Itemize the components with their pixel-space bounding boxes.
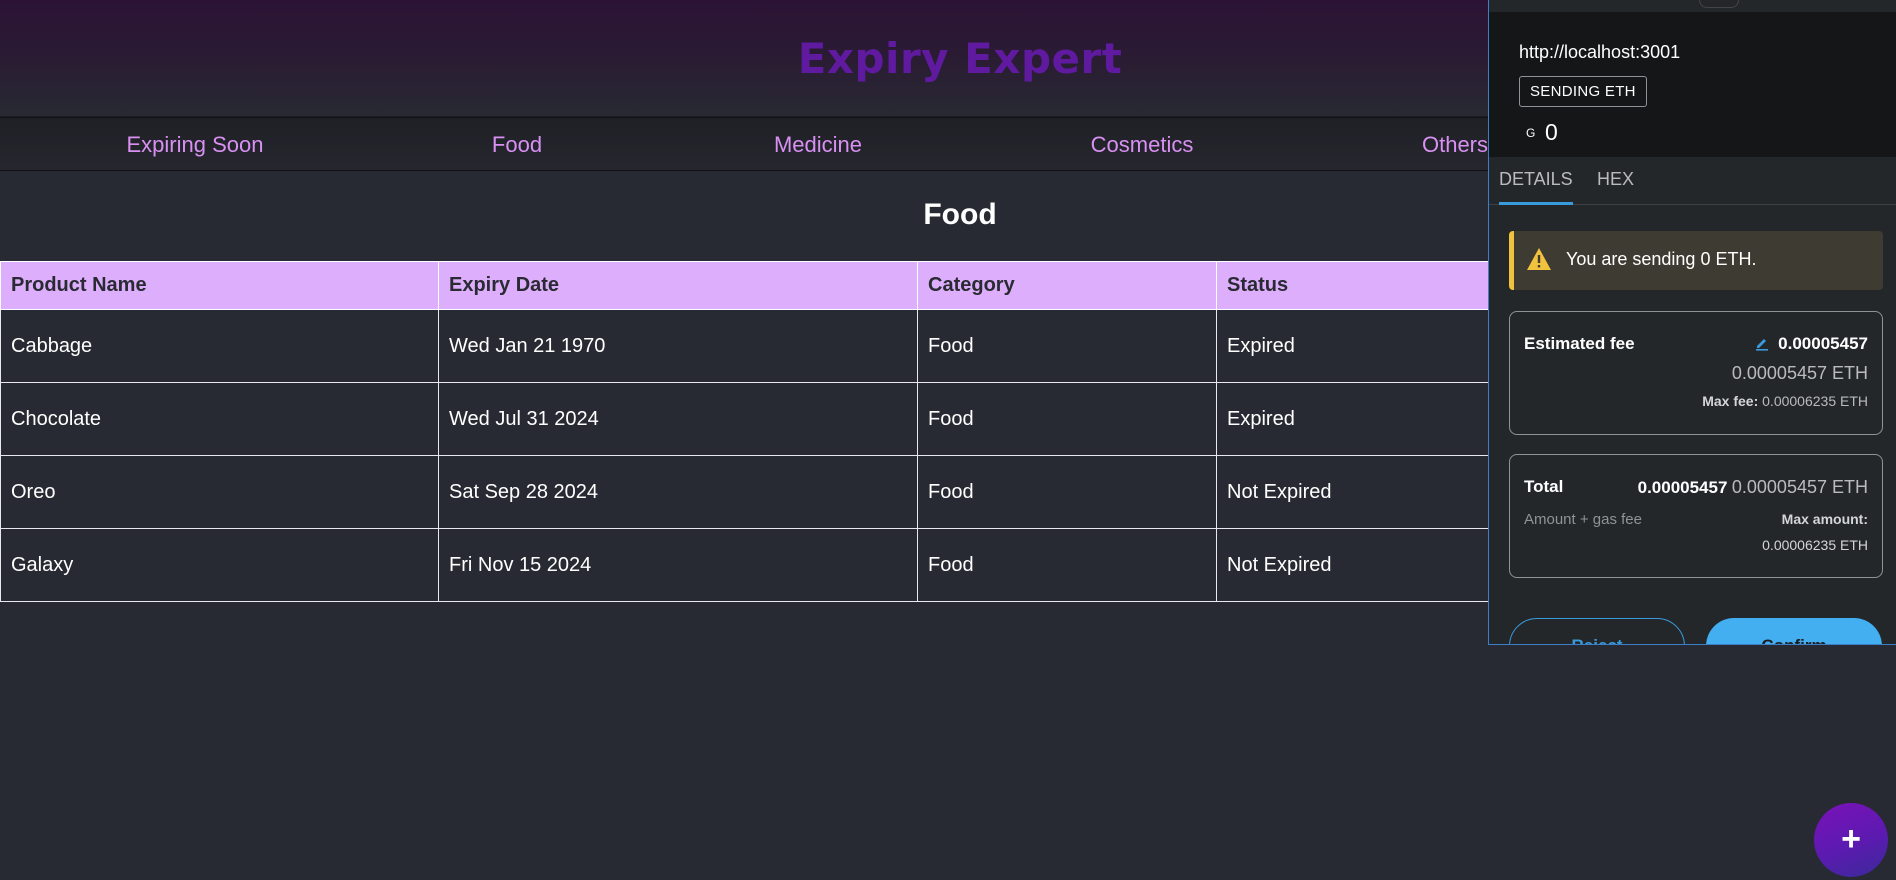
warning-text: You are sending 0 ETH. (1566, 249, 1757, 269)
send-warning-banner: You are sending 0 ETH. (1509, 231, 1883, 290)
estimated-fee-label: Estimated fee (1524, 334, 1635, 353)
confirm-button[interactable]: Confirm (1706, 618, 1882, 644)
column-header-status: Status (1216, 261, 1501, 310)
total-value: 0.00005457 (1637, 478, 1728, 497)
account-avatar-edge (1699, 0, 1739, 8)
tab-details[interactable]: DETAILS (1499, 157, 1573, 205)
total-label: Total (1524, 477, 1564, 496)
expiry-date-cell: Wed Jul 31 2024 (438, 382, 918, 456)
nav-item-food[interactable]: Food (492, 118, 542, 172)
wallet-confirmation-popup: http://localhost:3001 SENDING ETH G 0 DE… (1488, 0, 1896, 645)
max-fee-value: 0.00006235 ETH (1762, 393, 1868, 409)
table-row: Galaxy Fri Nov 15 2024 Food Not Expired (0, 528, 1501, 602)
nav-item-expiring-soon[interactable]: Expiring Soon (127, 118, 264, 172)
table-row: Oreo Sat Sep 28 2024 Food Not Expired (0, 455, 1501, 529)
estimated-fee-value: 0.00005457 (1778, 334, 1868, 353)
expiry-date-cell: Wed Jan 21 1970 (438, 309, 918, 383)
estimated-fee-row: 0.00005457 (1754, 334, 1868, 356)
expiry-date-cell: Fri Nov 15 2024 (438, 528, 918, 602)
table-header-row: Product Name Expiry Date Category Status (0, 261, 1501, 310)
category-cell: Food (917, 528, 1217, 602)
status-cell: Expired (1216, 309, 1501, 383)
column-header-product-name: Product Name (0, 261, 439, 310)
max-amount-label: Max amount: (1782, 511, 1868, 527)
status-cell: Not Expired (1216, 528, 1501, 602)
category-cell: Food (917, 455, 1217, 529)
add-product-button[interactable]: + (1814, 803, 1888, 877)
max-amount-value: 0.00006235 ETH (1762, 537, 1868, 553)
category-cell: Food (917, 309, 1217, 383)
expiry-date-cell: Sat Sep 28 2024 (438, 455, 918, 529)
total-box: Total 0.00005457 0.00005457 ETH Amount +… (1509, 454, 1883, 578)
max-amount-label-text: Max amount: (1781, 511, 1868, 527)
token-symbol: G (1526, 126, 1536, 140)
nav-item-medicine[interactable]: Medicine (774, 118, 862, 172)
total-row: 0.00005457 0.00005457 ETH (1638, 477, 1868, 498)
products-table: Product Name Expiry Date Category Status… (0, 261, 1501, 602)
status-cell: Expired (1216, 382, 1501, 456)
table-row: Cabbage Wed Jan 21 1970 Food Expired (0, 309, 1501, 383)
product-name-cell: Chocolate (0, 382, 439, 456)
estimated-fee-box: Estimated fee 0.00005457 0.00005457 ETH … (1509, 311, 1883, 435)
nav-item-cosmetics[interactable]: Cosmetics (1091, 118, 1194, 172)
product-name-cell: Oreo (0, 455, 439, 529)
column-header-expiry-date: Expiry Date (438, 261, 918, 310)
estimated-fee-eth: 0.00005457 ETH (1731, 363, 1868, 383)
max-fee-row: Max fee: 0.00006235 ETH (1702, 393, 1868, 409)
table-row: Chocolate Wed Jul 31 2024 Food Expired (0, 382, 1501, 456)
category-cell: Food (917, 382, 1217, 456)
column-header-category: Category (917, 261, 1217, 310)
wallet-tabs: DETAILS HEX (1489, 157, 1896, 205)
nav-item-others[interactable]: Others (1422, 118, 1488, 172)
request-origin: http://localhost:3001 (1519, 42, 1681, 62)
wallet-summary: http://localhost:3001 SENDING ETH G 0 (1489, 0, 1896, 157)
product-name-cell: Galaxy (0, 528, 439, 602)
edit-fee-icon[interactable] (1754, 335, 1770, 356)
transaction-type-badge: SENDING ETH (1519, 76, 1647, 107)
max-fee-label: Max fee: (1702, 393, 1759, 409)
total-sub-label: Amount + gas fee (1524, 511, 1642, 528)
total-value-eth: 0.00005457 ETH (1731, 477, 1868, 497)
send-amount: 0 (1545, 119, 1558, 145)
status-cell: Not Expired (1216, 455, 1501, 529)
tab-hex[interactable]: HEX (1597, 157, 1634, 205)
product-name-cell: Cabbage (0, 309, 439, 383)
reject-button[interactable]: Reject (1509, 618, 1685, 644)
warning-icon (1526, 247, 1552, 276)
